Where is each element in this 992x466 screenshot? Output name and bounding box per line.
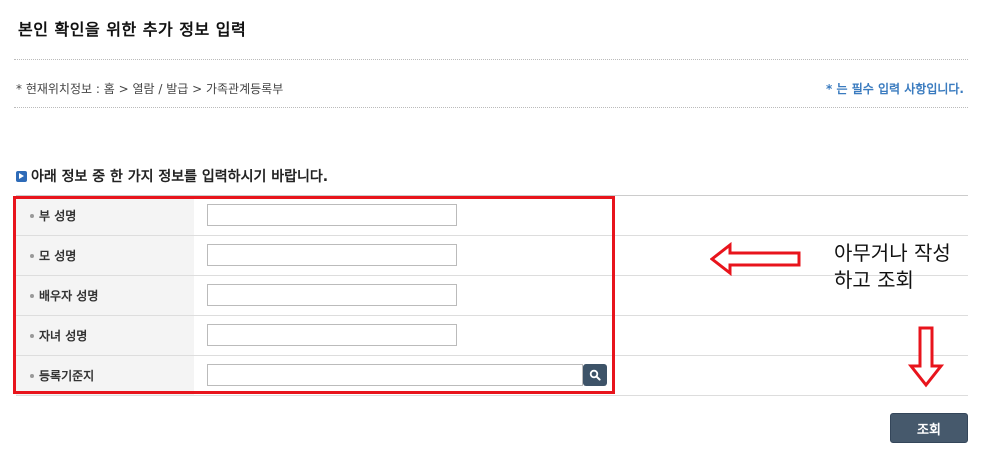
breadcrumb-divider — [14, 107, 968, 108]
title-divider — [14, 59, 968, 60]
page-title: 본인 확인을 위한 추가 정보 입력 — [18, 20, 247, 39]
down-arrow-annotation-icon — [908, 326, 944, 388]
breadcrumb: * 현재위치정보 : 홈 > 열람 / 발급 > 가족관계등록부 — [16, 82, 284, 96]
submit-lookup-button[interactable]: 조회 — [890, 413, 968, 443]
annotation-line-2: 하고 조회 — [834, 268, 914, 292]
annotation-line-1: 아무거나 작성 — [834, 241, 951, 265]
required-note: * 는 필수 입력 사항입니다. — [826, 82, 964, 96]
section-heading: 아래 정보 중 한 가지 정보를 입력하시기 바랍니다. — [16, 166, 328, 186]
arrow-bullet-icon — [16, 170, 27, 182]
annotation-note: 아무거나 작성 하고 조회 — [834, 240, 992, 294]
highlight-frame — [13, 196, 615, 394]
left-arrow-annotation-icon — [710, 242, 801, 276]
section-title: 아래 정보 중 한 가지 정보를 입력하시기 바랍니다. — [31, 169, 329, 185]
